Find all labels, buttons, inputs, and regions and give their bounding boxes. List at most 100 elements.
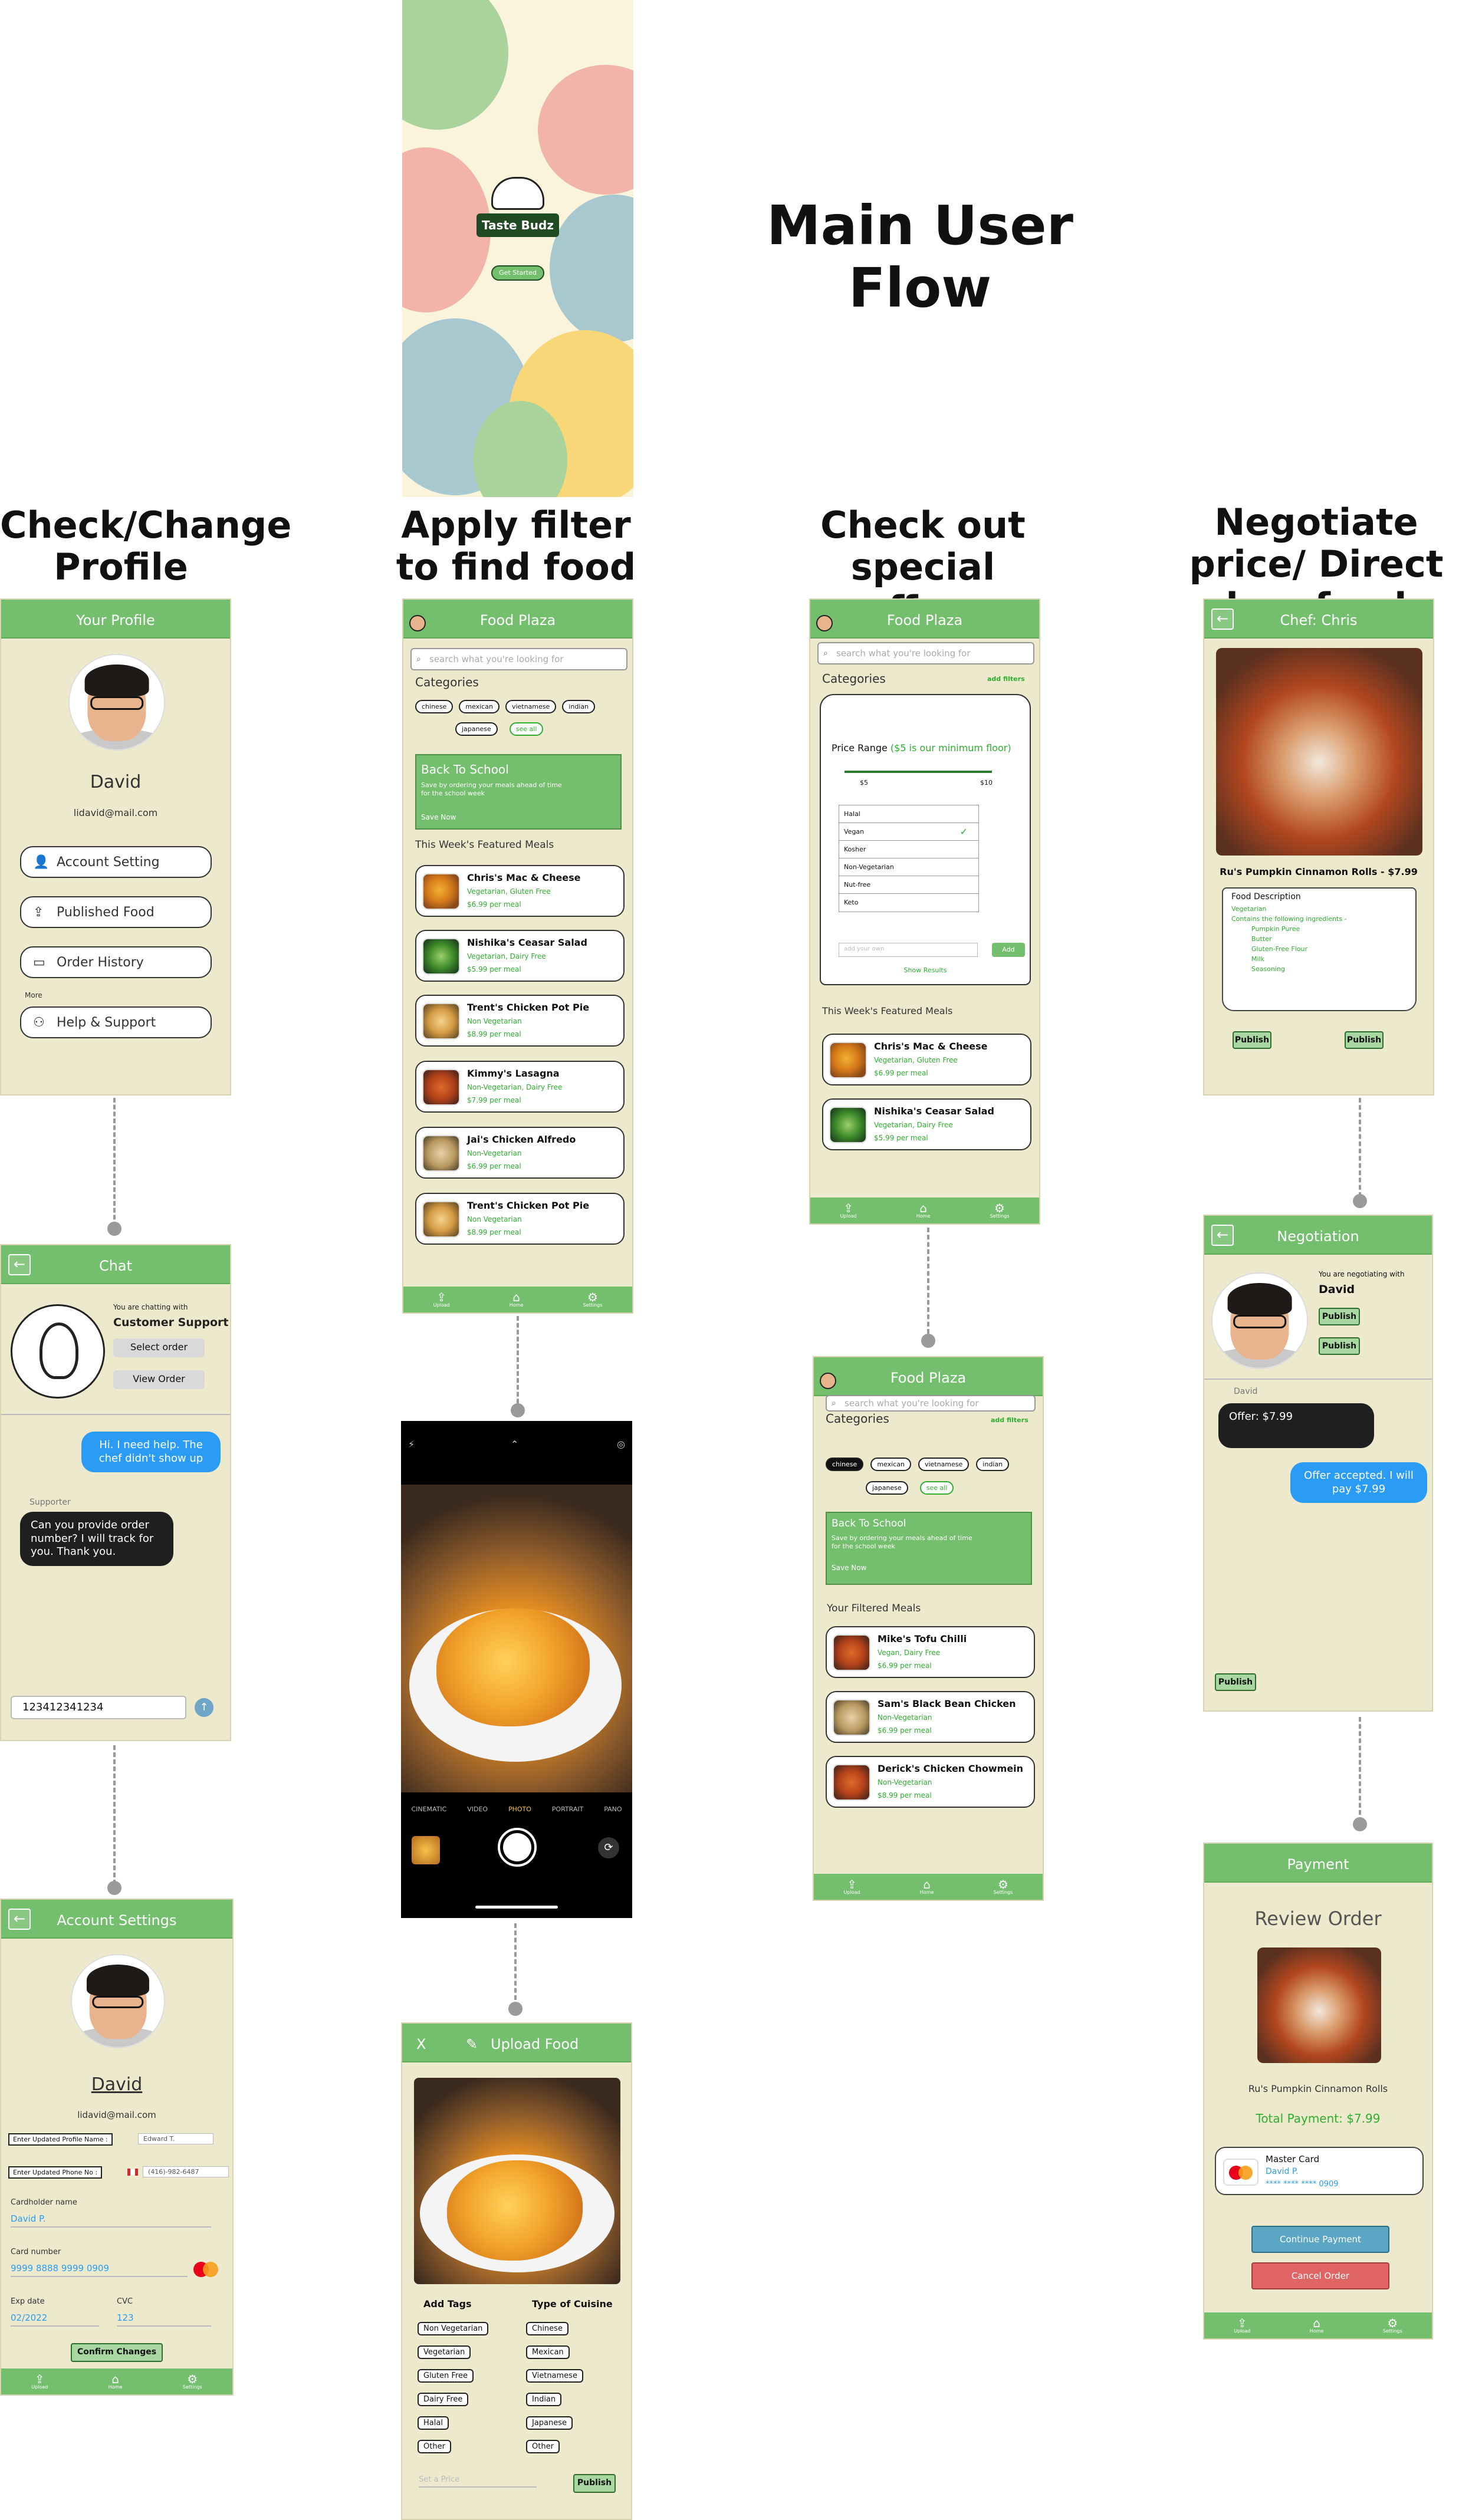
meal-card[interactable]: Derick's Chicken Chowmein Non-Vegetarian $… <box>826 1756 1035 1808</box>
category-chip[interactable]: japanese <box>455 722 498 736</box>
category-chip[interactable]: vietnamese <box>918 1458 970 1471</box>
price-input[interactable]: Set a Price <box>419 2475 537 2488</box>
category-chip[interactable]: vietnamese <box>505 700 557 713</box>
search-input[interactable]: ⌕ search what you're looking for <box>410 648 627 670</box>
nav-upload[interactable]: ⇪ Upload <box>433 1291 450 1308</box>
profile-avatar-icon[interactable] <box>816 615 833 631</box>
search-input[interactable]: ⌕ search what you're looking for <box>817 642 1034 664</box>
tag-option[interactable]: Vegetarian <box>418 2345 471 2359</box>
publish-button[interactable]: Publish <box>1319 1308 1360 1325</box>
select-order-button[interactable]: Select order <box>113 1338 205 1357</box>
meal-card[interactable]: Sam's Black Bean Chicken Non-Vegetarian $6… <box>826 1691 1035 1743</box>
meal-card[interactable]: Trent's Chicken Pot Pie Non Vegetarian $8.… <box>415 1193 625 1245</box>
tag-option[interactable]: Halal <box>418 2416 449 2430</box>
order-history-button[interactable]: ▭ Order History <box>20 946 212 978</box>
add-filters-link[interactable]: add filters <box>991 1416 1028 1424</box>
flip-camera-icon[interactable]: ⟳ <box>598 1837 619 1858</box>
cvc-field[interactable]: 123 <box>117 2312 211 2327</box>
close-button[interactable]: X <box>416 2024 426 2065</box>
category-chip[interactable]: mexican <box>870 1458 911 1471</box>
see-all-chip[interactable]: see all <box>919 1481 954 1495</box>
show-results-link[interactable]: Show Results <box>821 966 1030 974</box>
published-food-button[interactable]: ⇪ Published Food <box>20 896 212 928</box>
add-filters-link[interactable]: add filters <box>987 675 1025 683</box>
cuisine-option[interactable]: Indian <box>526 2393 562 2406</box>
confirm-changes-button[interactable]: Confirm Changes <box>71 2343 163 2362</box>
category-chip[interactable]: indian <box>976 1458 1010 1471</box>
card-number-field[interactable]: 9999 8888 9999 0909 <box>11 2263 188 2277</box>
category-chip[interactable]: japanese <box>866 1481 908 1495</box>
tag-option[interactable]: Non Vegetarian <box>418 2322 489 2335</box>
get-started-button[interactable]: Get Started <box>491 265 544 281</box>
meal-card[interactable]: Kimmy's Lasagna Non-Vegetarian, Dairy Fre… <box>415 1061 625 1113</box>
publish-button[interactable]: Publish <box>1319 1337 1360 1355</box>
nav-home[interactable]: ⌂ Home <box>920 1879 934 1895</box>
publish-button[interactable]: Publish <box>573 2474 616 2493</box>
nav-settings[interactable]: ⚙ Settings <box>1383 2317 1402 2334</box>
meal-card[interactable]: Chris's Mac & Cheese Vegetarian, Gluten F… <box>822 1034 1031 1085</box>
tag-option[interactable]: Dairy Free <box>418 2393 469 2406</box>
mode-portrait[interactable]: PORTRAIT <box>552 1805 584 1813</box>
tag-option[interactable]: Other <box>418 2440 451 2453</box>
help-support-button[interactable]: ⚇ Help & Support <box>20 1006 212 1038</box>
chevron-up-icon[interactable]: ⌃ <box>511 1439 518 1450</box>
nav-settings[interactable]: ⚙ Settings <box>183 2373 202 2390</box>
card-box[interactable]: Master Card David P. **** **** **** 0909 <box>1215 2147 1424 2195</box>
mode-cinematic[interactable]: CINEMATIC <box>411 1805 446 1813</box>
publish-button[interactable]: Publish <box>1233 1031 1271 1049</box>
meal-card[interactable]: Nishika's Ceasar Salad Vegetarian, Dairy … <box>822 1098 1031 1150</box>
cuisine-option[interactable]: Chinese <box>526 2322 569 2335</box>
publish-button[interactable]: Publish <box>1215 1673 1256 1691</box>
category-chip[interactable]: mexican <box>459 700 500 713</box>
nav-upload[interactable]: ⇪ Upload <box>1234 2317 1250 2334</box>
nav-upload[interactable]: ⇪ Upload <box>844 1879 860 1895</box>
cuisine-option[interactable]: Other <box>526 2440 560 2453</box>
nav-upload[interactable]: ⇪ Upload <box>31 2373 48 2390</box>
send-icon[interactable]: ↑ <box>195 1698 213 1717</box>
nav-home[interactable]: ⌂ Home <box>109 2373 123 2390</box>
profile-name-field[interactable]: Edward T. <box>138 2133 213 2144</box>
mode-photo[interactable]: PHOTO <box>508 1805 531 1813</box>
settings-icon[interactable]: ◎ <box>617 1439 625 1450</box>
back-button[interactable]: ← <box>1211 1225 1234 1246</box>
account-setting-button[interactable]: 👤 Account Setting <box>20 846 212 878</box>
mode-pano[interactable]: PANO <box>604 1805 622 1813</box>
category-chip[interactable]: chinese <box>415 700 454 713</box>
diet-option[interactable]: Keto <box>839 894 978 912</box>
diet-option-selected[interactable]: Vegan ✓ <box>839 823 978 841</box>
shutter-button[interactable] <box>498 1828 537 1867</box>
publish-button[interactable]: Publish <box>1345 1031 1384 1049</box>
flash-icon[interactable]: ⚡ <box>408 1439 415 1450</box>
meal-card[interactable]: Jai's Chicken Alfredo Non-Vegetarian $6.99… <box>415 1127 625 1179</box>
cuisine-option[interactable]: Mexican <box>526 2345 570 2359</box>
cancel-order-button[interactable]: Cancel Order <box>1251 2262 1389 2289</box>
diet-option[interactable]: Non-Vegetarian <box>839 858 978 876</box>
price-slider[interactable] <box>844 771 992 773</box>
diet-option[interactable]: Halal <box>839 805 978 823</box>
continue-payment-button[interactable]: Continue Payment <box>1251 2226 1389 2253</box>
meal-card[interactable]: Mike's Tofu Chilli Vegan, Dairy Free $6.99… <box>826 1626 1035 1678</box>
back-button[interactable]: ← <box>8 1254 31 1275</box>
back-button[interactable]: ← <box>8 1909 31 1930</box>
back-button[interactable]: ← <box>1211 608 1234 630</box>
nav-home[interactable]: ⌂ Home <box>916 1202 931 1219</box>
nav-settings[interactable]: ⚙ Settings <box>994 1879 1013 1895</box>
exp-field[interactable]: 02/2022 <box>11 2312 99 2327</box>
own-filter-input[interactable]: add your own <box>839 943 978 957</box>
diet-option[interactable]: Nut-free <box>839 876 978 894</box>
nav-upload[interactable]: ⇪ Upload <box>840 1202 857 1219</box>
meal-card[interactable]: Chris's Mac & Cheese Vegetarian, Gluten F… <box>415 865 625 917</box>
banner-cta[interactable]: Save Now <box>832 1564 866 1572</box>
promo-banner[interactable]: Back To School Save by ordering your mea… <box>415 754 622 830</box>
diet-option[interactable]: Kosher <box>839 841 978 858</box>
nav-home[interactable]: ⌂ Home <box>510 1291 524 1308</box>
promo-banner[interactable]: Back To School Save by ordering your mea… <box>826 1512 1032 1585</box>
nav-settings[interactable]: ⚙ Settings <box>583 1291 603 1308</box>
chat-input[interactable]: 123412341234 <box>11 1696 186 1719</box>
cuisine-option[interactable]: Vietnamese <box>526 2369 583 2383</box>
cuisine-option[interactable]: Japanese <box>526 2416 573 2430</box>
phone-field[interactable]: (416)-982-6487 <box>143 2166 229 2177</box>
profile-avatar-icon[interactable] <box>820 1373 836 1389</box>
nav-settings[interactable]: ⚙ Settings <box>990 1202 1010 1219</box>
see-all-chip[interactable]: see all <box>509 722 544 736</box>
